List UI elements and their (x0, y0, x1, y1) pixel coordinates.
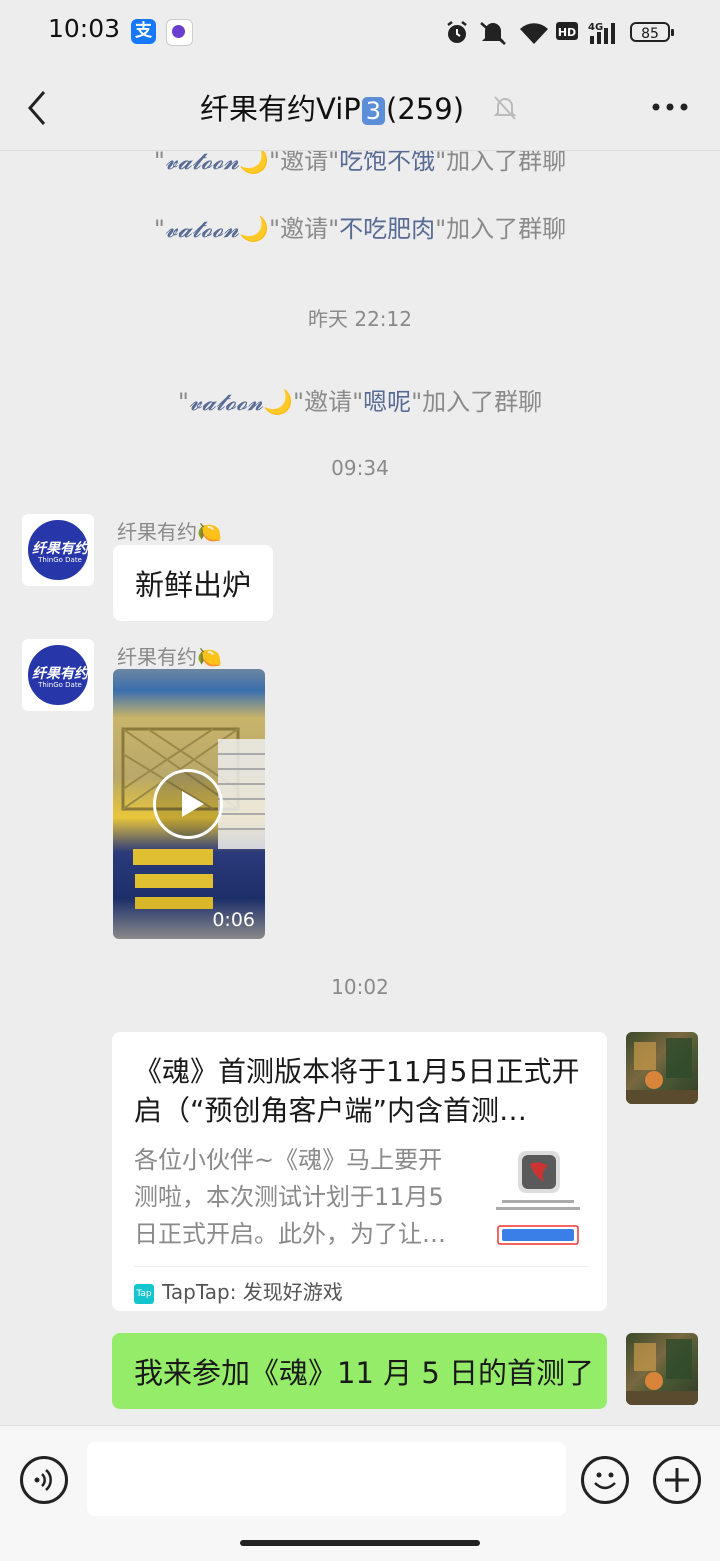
alipay-icon: 支 (131, 19, 156, 44)
chat-title-text: 纤果有约ViP (200, 92, 361, 126)
chat-member-count: (259) (386, 92, 465, 126)
status-bar: 10:03 支 HD 4G 85 (0, 0, 720, 64)
card-thumbnail (492, 1146, 584, 1254)
alarm-icon (447, 21, 467, 43)
inviter-name[interactable]: 𝓿𝓪𝓽𝓸𝓸𝓷 (165, 151, 239, 175)
back-icon[interactable] (22, 88, 52, 128)
link-card[interactable]: 《魂》首测版本将于11月5日正式开启（“预创角客户端”内含首测… 各位小伙伴~《… (112, 1032, 607, 1311)
my-message-bubble[interactable]: 我来参加《魂》11 月 5 日的首测了 (112, 1333, 607, 1409)
invitee-name[interactable]: 吃饱不饿 (339, 151, 435, 175)
qq-icon (166, 19, 193, 46)
svg-text:4G: 4G (588, 22, 603, 33)
avatar-brand-text: 纤果有约 (32, 666, 88, 682)
card-source: Tap TapTap: 发现好游戏 (134, 1276, 343, 1305)
sender-name: 纤果有约🍋 (117, 645, 222, 669)
system-message: "𝓿𝓪𝓽𝓸𝓸𝓷🌙"邀请"吃饱不饿"加入了群聊 (0, 151, 720, 176)
card-title: 《魂》首测版本将于11月5日正式开启（“预创角客户端”内含首测… (134, 1055, 580, 1127)
input-bar (0, 1425, 720, 1561)
home-indicator[interactable] (240, 1540, 480, 1546)
battery-icon: 85 (630, 22, 674, 42)
avatar-brand-text: 纤果有约 (32, 541, 88, 557)
message-input[interactable] (87, 1442, 566, 1516)
taptap-icon: Tap (134, 1283, 154, 1304)
avatar[interactable]: 纤果有约 ThinGo Date (22, 514, 94, 586)
inviter-name[interactable]: 𝓿𝓪𝓽𝓸𝓸𝓷 (165, 215, 239, 243)
video-duration: 0:06 (212, 909, 255, 931)
my-avatar[interactable] (626, 1032, 698, 1104)
4g-signal-icon: 4G (588, 22, 615, 44)
chat-title-badge: 3 (361, 97, 386, 125)
invitee-name[interactable]: 嗯呢 (363, 388, 411, 416)
inviter-name[interactable]: 𝓿𝓪𝓽𝓸𝓸𝓷 (189, 388, 263, 416)
my-avatar[interactable] (626, 1333, 698, 1405)
system-message: "𝓿𝓪𝓽𝓸𝓸𝓷🌙"邀请"嗯呢"加入了群聊 (177, 388, 543, 416)
voice-icon[interactable] (20, 1456, 68, 1504)
avatar-brand-sub: ThinGo Date (38, 556, 82, 564)
video-message[interactable]: 0:06 (113, 669, 265, 939)
more-icon[interactable] (650, 92, 690, 122)
hd-icon: HD (556, 22, 578, 40)
message-bubble[interactable]: 新鲜出炉 (113, 545, 274, 621)
timestamp: 昨天 22:12 (308, 307, 412, 331)
svg-text:HD: HD (558, 26, 576, 39)
chat-title: 纤果有约ViP 3 (259) (200, 86, 464, 128)
card-separator (134, 1266, 589, 1267)
timestamp: 09:34 (331, 456, 389, 480)
card-source-label: TapTap: 发现好游戏 (162, 1280, 343, 1304)
avatar-brand-sub: ThinGo Date (38, 681, 82, 689)
sender-name: 纤果有约🍋 (117, 520, 222, 544)
status-time: 10:03 (48, 14, 121, 43)
emoji-icon[interactable] (581, 1456, 629, 1504)
mute-bell-icon (493, 96, 517, 120)
plus-icon[interactable] (653, 1456, 701, 1504)
mute-icon (480, 22, 506, 45)
invitee-name[interactable]: 不吃肥肉 (339, 215, 435, 243)
card-description: 各位小伙伴~《魂》马上要开测啦，本次测试计划于11月5日正式开启。此外，为了让… (134, 1146, 446, 1248)
wifi-icon (520, 23, 548, 44)
avatar[interactable]: 纤果有约 ThinGo Date (22, 639, 94, 711)
chat-header: 纤果有约ViP 3 (259) (0, 64, 720, 150)
system-message: "𝓿𝓪𝓽𝓸𝓸𝓷🌙"邀请"不吃肥肉"加入了群聊 (153, 215, 567, 243)
timestamp: 10:02 (331, 975, 389, 999)
play-icon[interactable] (153, 769, 223, 839)
